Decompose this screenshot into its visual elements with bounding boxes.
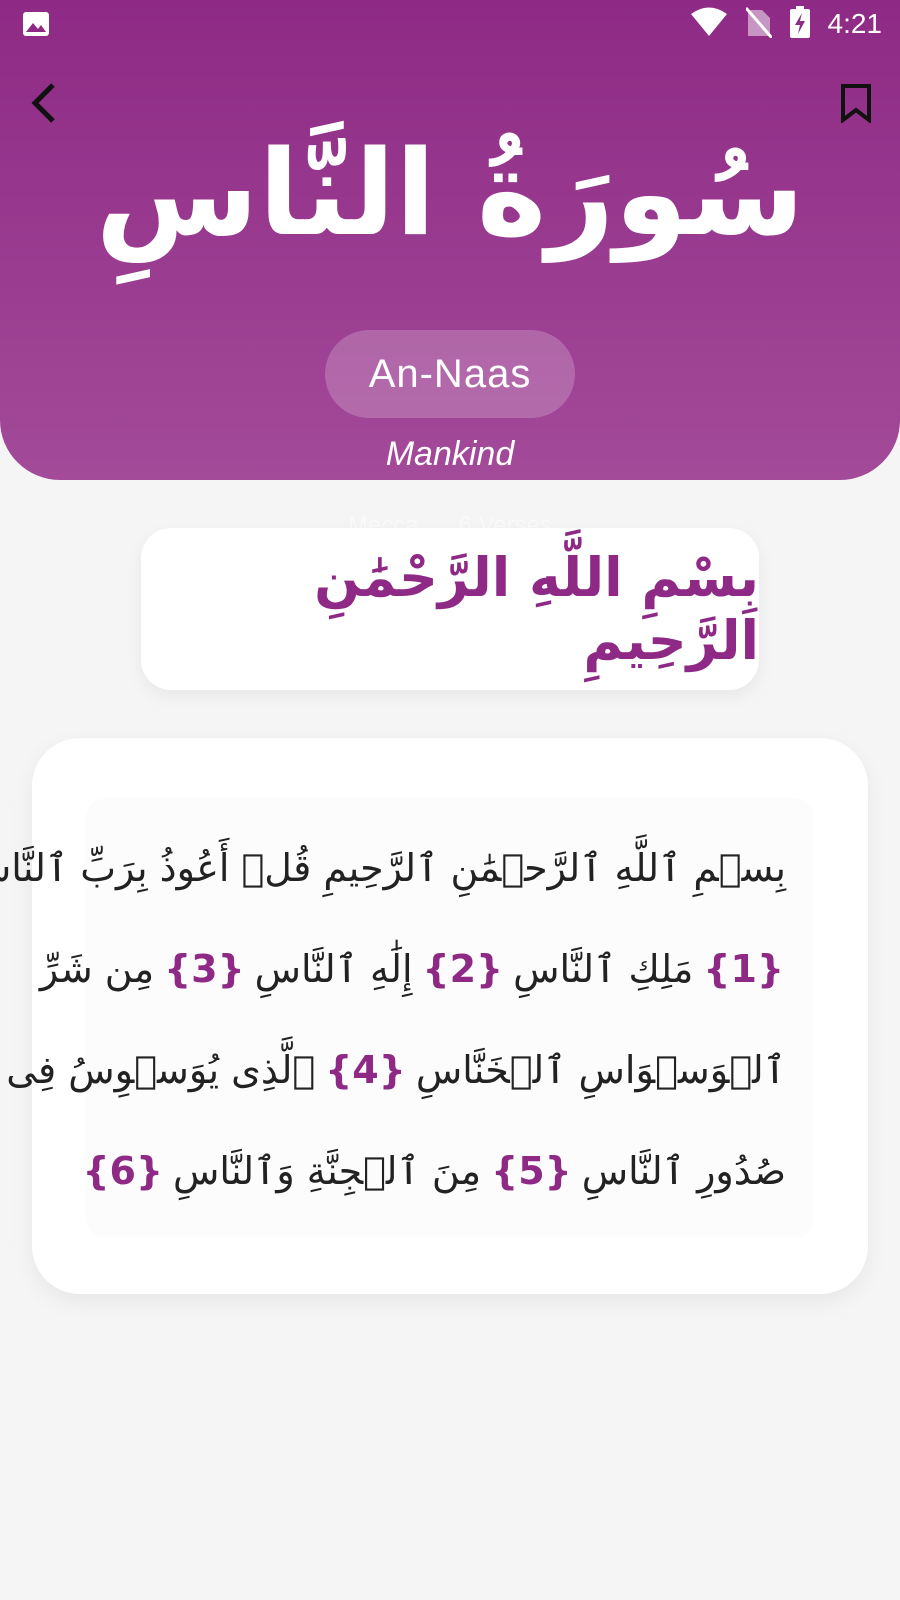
status-bar: 4:21 (0, 0, 900, 48)
ayah-number-marker[interactable]: {3} (164, 947, 245, 991)
ayah-number-marker[interactable]: {1} (703, 947, 784, 991)
status-time: 4:21 (827, 8, 883, 39)
wifi-icon (690, 7, 728, 41)
ayah-number-marker[interactable]: {4} (325, 1048, 406, 1092)
ayah-text: بِسۡمِ ٱللَّهِ ٱلرَّحۡمَٰنِ ٱلرَّحِيمِ ق… (0, 846, 786, 890)
ayat-line: {1}مَلِكِ ٱلنَّاسِ{2}إِلَٰهِ ٱلنَّاسِ{3}… (40, 929, 790, 1030)
ayah-text: مِن شَرِّ (39, 947, 155, 991)
ayat-lines: بِسۡمِ ٱللَّهِ ٱلرَّحۡمَٰنِ ٱلرَّحِيمِ ق… (0, 828, 790, 1232)
ayah-text: ٱلَّذِى يُوَسۡوِسُ فِى (6, 1048, 316, 1092)
image-icon (22, 11, 50, 37)
battery-charging-icon (789, 6, 810, 42)
ayah-number-marker[interactable]: {6} (82, 1149, 163, 1193)
ayat-line: بِسۡمِ ٱللَّهِ ٱلرَّحۡمَٰنِ ٱلرَّحِيمِ ق… (0, 828, 790, 929)
ayah-text: مِنَ ٱلۡجِنَّةِ وَٱلنَّاسِ (173, 1149, 482, 1193)
ayat-line: صُدُورِ ٱلنَّاسِ{5}مِنَ ٱلۡجِنَّةِ وَٱلن… (82, 1131, 790, 1232)
ayat-card: بِسۡمِ ٱللَّهِ ٱلرَّحۡمَٰنِ ٱلرَّحِيمِ ق… (0, 738, 868, 1294)
ayah-number-marker[interactable]: {5} (491, 1149, 572, 1193)
ayah-number-marker[interactable]: {2} (423, 947, 504, 991)
surah-arabic-title: سُورَةُ النَّاسِ (95, 124, 805, 262)
surah-meaning: Mankind (385, 435, 515, 473)
ayat-line: ٱلۡوَسۡوَاسِ ٱلۡخَنَّاسِ{4}ٱلَّذِى يُوَس… (6, 1030, 790, 1131)
ayat-container: بِسۡمِ ٱللَّهِ ٱلرَّحۡمَٰنِ ٱلرَّحِيمِ ق… (0, 798, 814, 1238)
ayah-text: صُدُورِ ٱلنَّاسِ (581, 1149, 786, 1193)
surah-name-pill: An-Naas (325, 330, 575, 418)
surah-header: 4:21 سُورَةُ النَّاسِ An-Naas Mankind (0, 0, 900, 480)
bismillah-text: بِسْمِ اللَّهِ الرَّحْمَٰنِ الرَّحِيمِ (314, 546, 759, 672)
bookmark-icon (841, 84, 871, 123)
ayah-text: ٱلۡوَسۡوَاسِ ٱلۡخَنَّاسِ (415, 1048, 786, 1092)
ayah-text: إِلَٰهِ ٱلنَّاسِ (254, 947, 413, 991)
bismillah-card: بِسْمِ اللَّهِ الرَّحْمَٰنِ الرَّحِيمِ (141, 528, 759, 690)
no-sim-icon (744, 6, 773, 42)
surah-name: An-Naas (368, 351, 532, 396)
ayah-text: مَلِكِ ٱلنَّاسِ (513, 947, 694, 991)
